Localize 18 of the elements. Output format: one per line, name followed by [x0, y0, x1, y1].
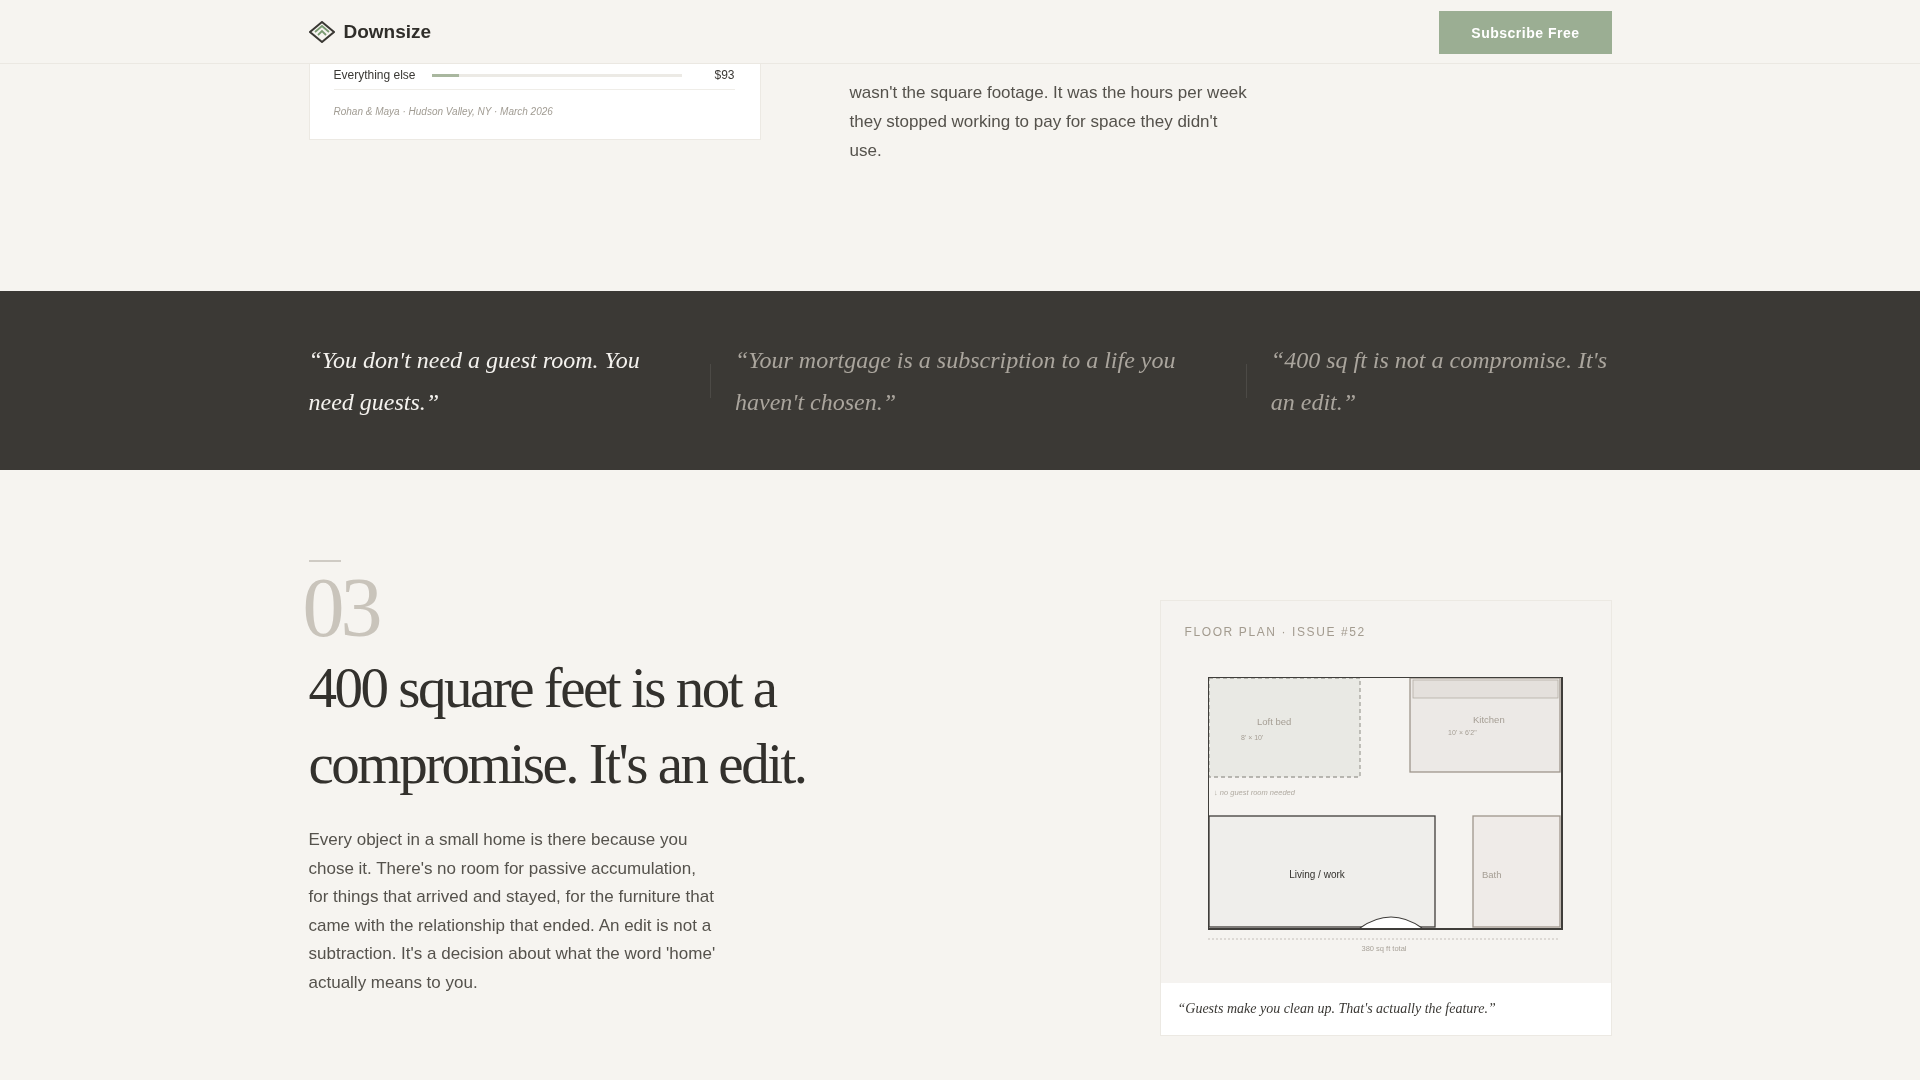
budget-amount: $93: [714, 68, 735, 82]
door-arc: [1358, 916, 1423, 929]
section-heading: 400 square feet is not a compromise. It's an edit.: [308, 655, 807, 797]
pull-quote: “400 sq ft is not a compromise. It's an edit.”: [1269, 345, 1609, 417]
plan-caption: “Guests make you clean up. That's actually the feature.”: [1160, 983, 1611, 1035]
card-caption: Rohan & Maya · Hudson Valley, NY · March 2026: [333, 106, 554, 117]
room-label: Living / work: [1288, 869, 1345, 880]
room-label: Kitchen: [1472, 714, 1505, 725]
logo-icon: [308, 20, 335, 43]
pull-quote: “You don't need a guest room. You need guests.”: [308, 345, 641, 417]
story-paragraph: wasn't the square footage. It was the hours per week they stopped working to pay for space they didn't use.: [849, 82, 1248, 162]
budget-label: Everything else: [333, 68, 417, 82]
pull-quote: “Your mortgage is a subscription to a life you haven't chosen.”: [734, 345, 1177, 417]
section-body: Every object in a small home is there because you chose it. There's no room for passive accumulation, for things that arrived and stayed, for the furniture that came with the relationship that ended. An edit is not a subtraction. It's a decision about what the word 'home' actually means to you.: [308, 829, 717, 994]
floor-plan-label: FLOOR PLAN · ISSUE #52: [1184, 625, 1367, 639]
room-label: Bath: [1481, 869, 1502, 880]
room-label: Loft bed: [1256, 716, 1291, 727]
brand-name[interactable]: Downsize: [343, 20, 432, 43]
